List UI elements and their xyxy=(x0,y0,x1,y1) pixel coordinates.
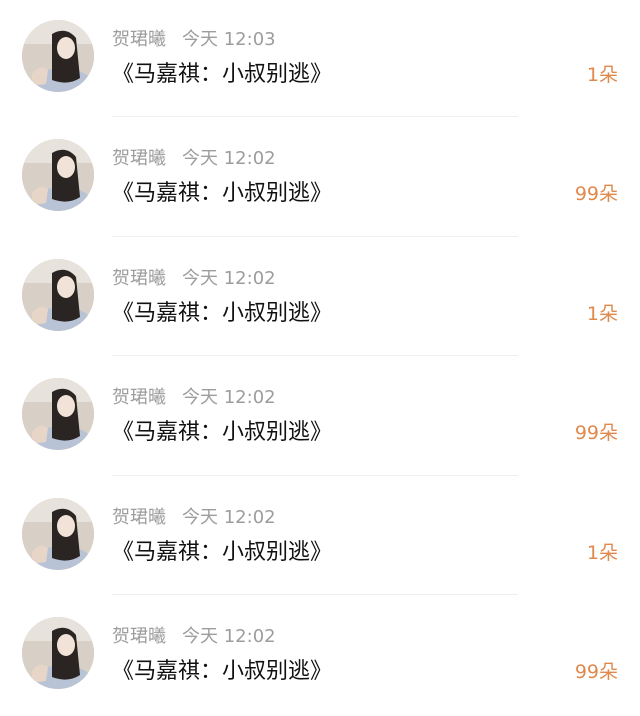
avatar[interactable] xyxy=(22,139,94,212)
timestamp: 今天 12:02 xyxy=(182,148,276,170)
avatar[interactable] xyxy=(22,616,94,689)
timestamp: 今天 12:02 xyxy=(182,387,276,409)
work-title[interactable]: 《马嘉祺：小叔别逃》 xyxy=(112,418,332,448)
flower-count: 1朵 xyxy=(586,541,618,564)
username[interactable]: 贺珺曦 xyxy=(112,507,166,528)
list-item[interactable]: 贺珺曦 今天 12:02 《马嘉祺：小叔别逃》 99朵 xyxy=(0,597,640,716)
item-meta: 贺珺曦 今天 12:02 xyxy=(112,625,276,649)
timestamp: 今天 12:02 xyxy=(182,267,276,289)
flower-count: 1朵 xyxy=(586,302,618,325)
gift-record-list: 贺珺曦 今天 12:03 《马嘉祺：小叔别逃》 1朵 贺珺曦 今天 12:02 《马… xyxy=(0,0,640,708)
list-item[interactable]: 贺珺曦 今天 12:02 《马嘉祺：小叔别逃》 99朵 xyxy=(0,119,640,238)
item-meta: 贺珺曦 今天 12:02 xyxy=(112,506,276,530)
divider xyxy=(112,474,518,476)
list-item[interactable]: 贺珺曦 今天 12:02 《马嘉祺：小叔别逃》 99朵 xyxy=(0,358,640,477)
flower-count: 99朵 xyxy=(574,660,618,683)
avatar-image xyxy=(22,378,94,451)
work-title[interactable]: 《马嘉祺：小叔别逃》 xyxy=(112,657,332,687)
username[interactable]: 贺珺曦 xyxy=(112,626,166,647)
timestamp: 今天 12:03 xyxy=(182,29,276,50)
divider xyxy=(112,116,518,118)
username[interactable]: 贺珺曦 xyxy=(112,29,166,50)
avatar[interactable] xyxy=(22,258,94,331)
work-title[interactable]: 《马嘉祺：小叔别逃》 xyxy=(112,299,332,329)
list-item[interactable]: 贺珺曦 今天 12:02 《马嘉祺：小叔别逃》 1朵 xyxy=(0,239,640,358)
timestamp: 今天 12:02 xyxy=(182,625,276,647)
avatar[interactable] xyxy=(22,378,94,451)
timestamp: 今天 12:02 xyxy=(182,506,276,528)
avatar-image xyxy=(22,497,94,570)
item-meta: 贺珺曦 今天 12:02 xyxy=(112,147,276,171)
username[interactable]: 贺珺曦 xyxy=(112,387,166,408)
work-title[interactable]: 《马嘉祺：小叔别逃》 xyxy=(112,179,332,209)
divider xyxy=(112,235,518,237)
work-title[interactable]: 《马嘉祺：小叔别逃》 xyxy=(112,538,332,568)
username[interactable]: 贺珺曦 xyxy=(112,148,166,169)
avatar-image xyxy=(22,20,94,92)
divider xyxy=(112,355,518,357)
avatar-image xyxy=(22,139,94,212)
item-meta: 贺珺曦 今天 12:02 xyxy=(112,386,276,410)
avatar[interactable] xyxy=(22,497,94,570)
list-item[interactable]: 贺珺曦 今天 12:02 《马嘉祺：小叔别逃》 1朵 xyxy=(0,478,640,597)
flower-count: 99朵 xyxy=(574,422,618,445)
flower-count: 99朵 xyxy=(574,183,618,206)
avatar-image xyxy=(22,616,94,689)
username[interactable]: 贺珺曦 xyxy=(112,268,166,289)
work-title[interactable]: 《马嘉祺：小叔别逃》 xyxy=(112,60,332,90)
list-item[interactable]: 贺珺曦 今天 12:03 《马嘉祺：小叔别逃》 1朵 xyxy=(0,0,640,119)
item-meta: 贺珺曦 今天 12:03 xyxy=(112,28,276,52)
avatar-image xyxy=(22,258,94,331)
item-meta: 贺珺曦 今天 12:02 xyxy=(112,267,276,291)
flower-count: 1朵 xyxy=(586,64,618,86)
divider xyxy=(112,593,518,595)
avatar[interactable] xyxy=(22,20,94,92)
